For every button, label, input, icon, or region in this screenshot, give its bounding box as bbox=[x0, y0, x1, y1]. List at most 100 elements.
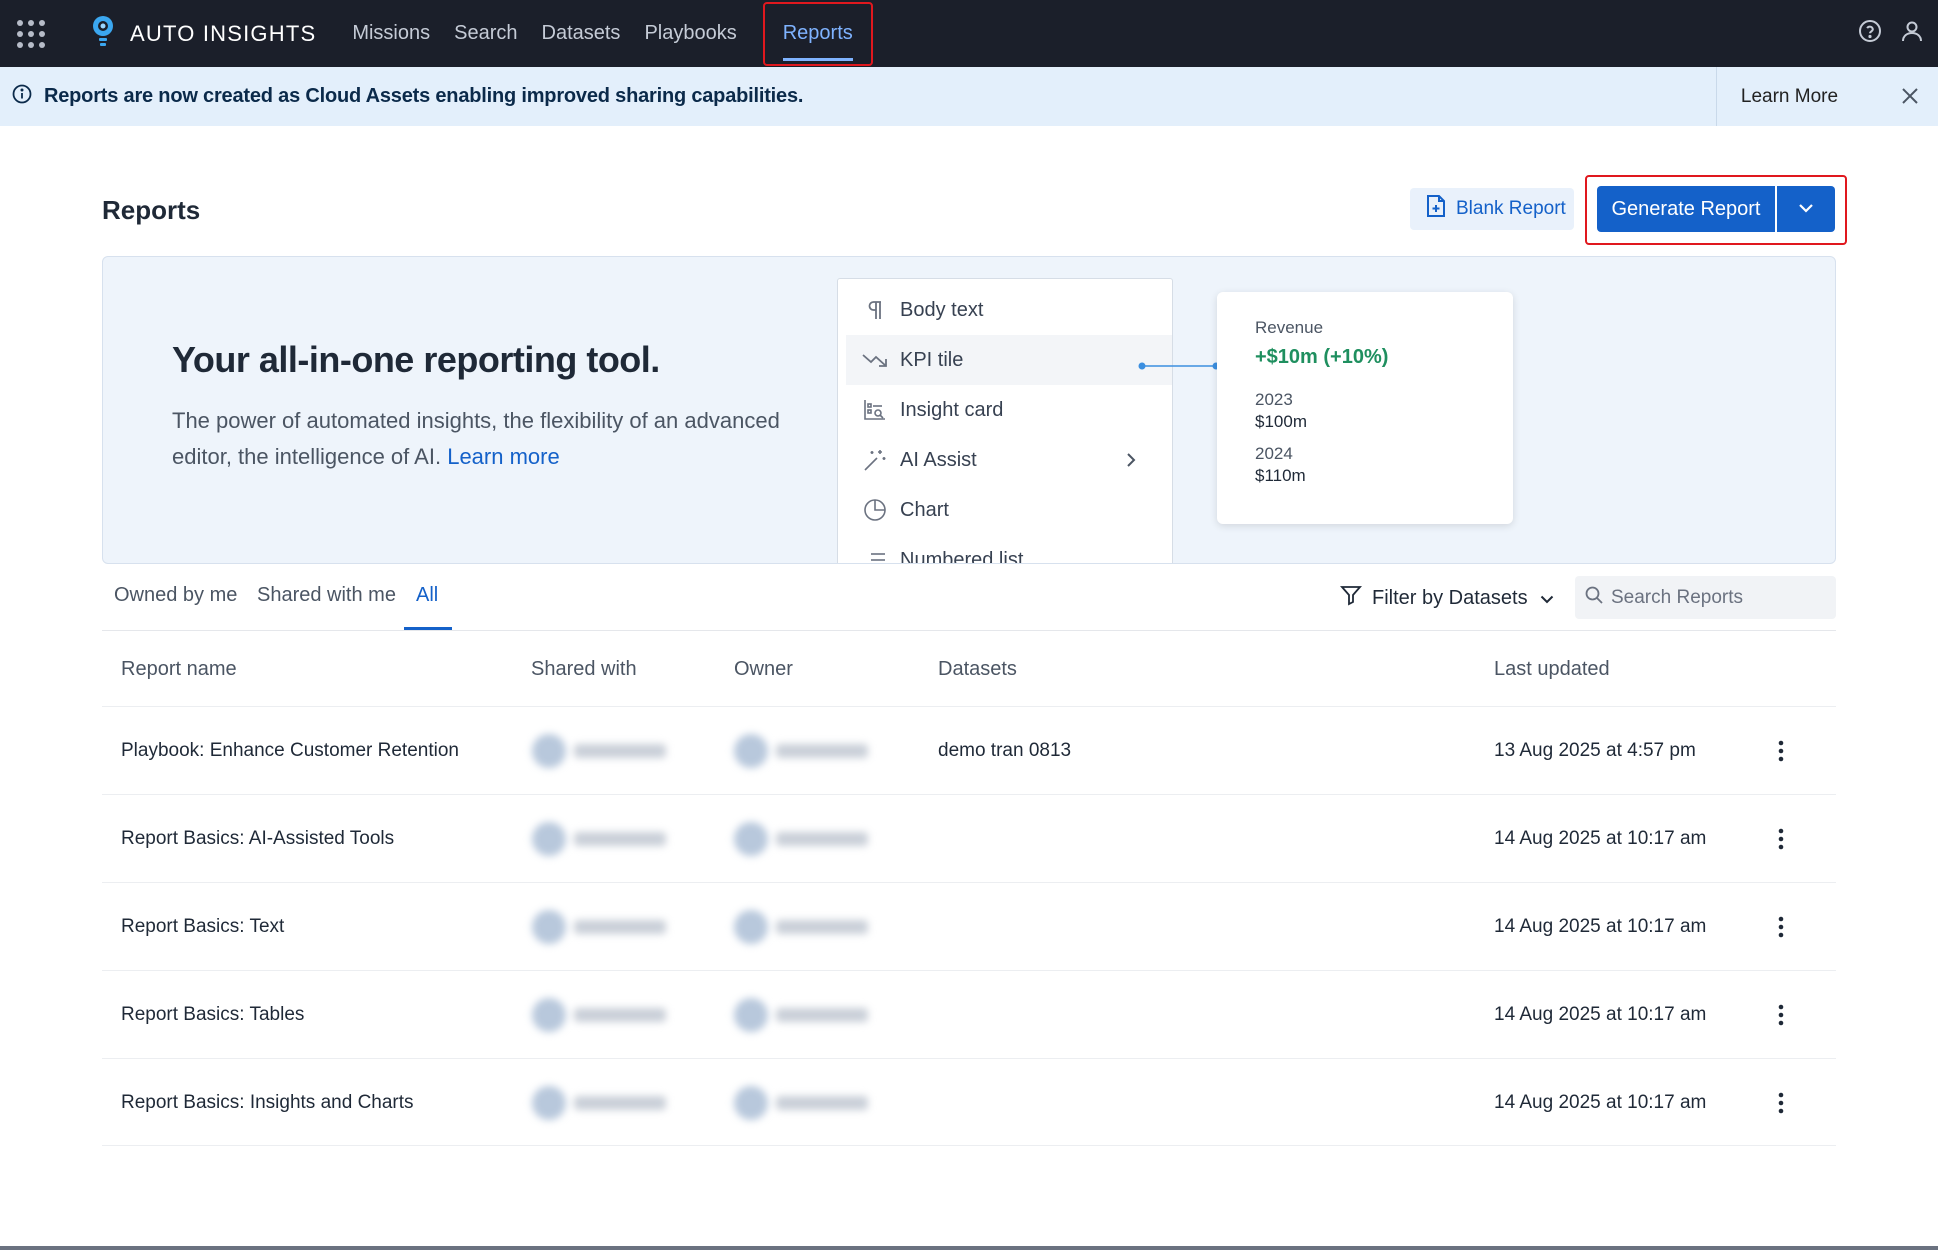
menu-item-numbered-list: Numbered list bbox=[846, 535, 1172, 564]
shared-with-avatar-blurred bbox=[532, 707, 666, 795]
window-bottom-border bbox=[0, 1246, 1938, 1250]
owner-avatar-blurred bbox=[734, 795, 868, 883]
report-last-updated: 14 Aug 2025 at 10:17 am bbox=[1494, 1004, 1707, 1025]
shared-with-avatar-blurred bbox=[532, 795, 666, 883]
chevron-down-icon bbox=[1798, 200, 1814, 218]
kpi-tile-preview: Revenue +$10m (+10%) 2023 $100m 2024 $11… bbox=[1217, 292, 1513, 524]
nav-playbooks[interactable]: Playbooks bbox=[644, 0, 736, 67]
file-plus-icon bbox=[1426, 194, 1446, 224]
close-icon[interactable] bbox=[1900, 86, 1920, 111]
nav-datasets[interactable]: Datasets bbox=[542, 0, 621, 67]
numbered-list-icon bbox=[862, 549, 888, 563]
column-report-name[interactable]: Report name bbox=[121, 658, 237, 681]
filter-by-datasets-dropdown[interactable]: Filter by Datasets bbox=[1340, 584, 1554, 612]
brand[interactable]: AUTO INSIGHTS bbox=[90, 14, 316, 53]
more-options-icon[interactable] bbox=[1778, 1059, 1784, 1147]
kpi-change: +$10m (+10%) bbox=[1255, 346, 1389, 368]
promo-title: Your all-in-one reporting tool. bbox=[172, 339, 660, 380]
table-row[interactable]: Report Basics: Insights and Charts 14 Au… bbox=[102, 1058, 1836, 1146]
lightbulb-logo-icon bbox=[90, 14, 116, 53]
table-row[interactable]: Playbook: Enhance Customer Retention dem… bbox=[102, 706, 1836, 794]
more-options-icon[interactable] bbox=[1778, 795, 1784, 883]
kpi-year-1: 2023 bbox=[1255, 390, 1293, 409]
info-banner: Reports are now created as Cloud Assets … bbox=[0, 67, 1938, 126]
report-name[interactable]: Report Basics: Tables bbox=[121, 971, 304, 1059]
user-profile-icon[interactable] bbox=[1900, 19, 1924, 48]
insight-card-icon bbox=[862, 399, 888, 421]
filter-label: Filter by Datasets bbox=[1372, 586, 1528, 609]
menu-item-insight-card: Insight card bbox=[846, 385, 1172, 435]
pie-chart-icon bbox=[862, 498, 888, 522]
tabs-divider bbox=[102, 630, 1836, 631]
info-icon bbox=[12, 84, 32, 109]
search-reports-input[interactable] bbox=[1611, 586, 1831, 609]
menu-item-chart: Chart bbox=[846, 485, 1172, 535]
chevron-down-icon bbox=[1540, 587, 1554, 610]
nav-reports[interactable]: Reports bbox=[762, 1, 873, 66]
help-icon[interactable] bbox=[1858, 19, 1882, 48]
trend-down-icon bbox=[862, 352, 888, 368]
report-name[interactable]: Report Basics: Insights and Charts bbox=[121, 1059, 414, 1147]
column-owner[interactable]: Owner bbox=[734, 658, 793, 681]
menu-item-body-text: Body text bbox=[846, 285, 1172, 335]
nav-missions[interactable]: Missions bbox=[352, 0, 430, 67]
kpi-label: Revenue bbox=[1255, 318, 1324, 337]
insert-menu-preview: Body text KPI tile Insight card AI Assis… bbox=[837, 278, 1173, 564]
report-last-updated: 14 Aug 2025 at 10:17 am bbox=[1494, 916, 1707, 937]
kpi-year-2: 2024 bbox=[1255, 444, 1293, 463]
learn-more-button[interactable]: Learn More bbox=[1716, 67, 1854, 126]
shared-with-avatar-blurred bbox=[532, 883, 666, 971]
more-options-icon[interactable] bbox=[1778, 883, 1784, 971]
search-icon bbox=[1585, 586, 1603, 609]
blank-report-label: Blank Report bbox=[1456, 198, 1566, 219]
generate-report-dropdown[interactable] bbox=[1777, 186, 1835, 232]
chevron-right-icon bbox=[1126, 451, 1136, 474]
owner-avatar-blurred bbox=[734, 971, 868, 1059]
kpi-value-2: $110m bbox=[1255, 466, 1306, 485]
report-name[interactable]: Report Basics: AI-Assisted Tools bbox=[121, 795, 394, 883]
page-title: Reports bbox=[102, 195, 201, 225]
generate-report-button[interactable]: Generate Report bbox=[1597, 186, 1775, 232]
menu-label: Numbered list bbox=[900, 548, 1024, 564]
search-reports bbox=[1575, 576, 1836, 619]
connector-line bbox=[1138, 362, 1220, 370]
menu-item-ai-assist: AI Assist bbox=[846, 435, 1172, 485]
top-navigation: AUTO INSIGHTS Missions Search Datasets P… bbox=[0, 0, 1938, 67]
promo-description: The power of automated insights, the fle… bbox=[172, 403, 812, 475]
report-last-updated: 14 Aug 2025 at 10:17 am bbox=[1494, 828, 1707, 849]
kpi-value-1: $100m bbox=[1255, 412, 1307, 431]
menu-label: Insight card bbox=[900, 398, 1004, 421]
app-launcher-icon[interactable] bbox=[0, 0, 62, 67]
magic-wand-icon bbox=[862, 448, 888, 472]
tab-owned-by-me[interactable]: Owned by me bbox=[114, 584, 237, 607]
report-name[interactable]: Playbook: Enhance Customer Retention bbox=[121, 707, 459, 795]
filter-icon bbox=[1340, 584, 1362, 612]
owner-avatar-blurred bbox=[734, 883, 868, 971]
tab-all[interactable]: All bbox=[416, 584, 438, 607]
table-row[interactable]: Report Basics: Text 14 Aug 2025 at 10:17… bbox=[102, 882, 1836, 970]
owner-avatar-blurred bbox=[734, 1059, 868, 1147]
shared-with-avatar-blurred bbox=[532, 971, 666, 1059]
banner-message: Reports are now created as Cloud Assets … bbox=[44, 85, 804, 107]
column-last-updated[interactable]: Last updated bbox=[1494, 658, 1610, 681]
nav-search[interactable]: Search bbox=[454, 0, 517, 67]
report-datasets: demo tran 0813 bbox=[938, 740, 1072, 761]
tab-shared-with-me[interactable]: Shared with me bbox=[257, 584, 396, 607]
blank-report-button[interactable]: Blank Report bbox=[1410, 188, 1574, 230]
column-datasets[interactable]: Datasets bbox=[938, 658, 1017, 681]
brand-name: AUTO INSIGHTS bbox=[130, 20, 317, 46]
report-name[interactable]: Report Basics: Text bbox=[121, 883, 284, 971]
more-options-icon[interactable] bbox=[1778, 971, 1784, 1059]
menu-label: Body text bbox=[900, 298, 984, 321]
report-last-updated: 14 Aug 2025 at 10:17 am bbox=[1494, 1092, 1707, 1113]
owner-avatar-blurred bbox=[734, 707, 868, 795]
main-nav: Missions Search Datasets Playbooks Repor… bbox=[352, 0, 896, 67]
more-options-icon[interactable] bbox=[1778, 707, 1784, 795]
column-shared-with[interactable]: Shared with bbox=[531, 658, 637, 681]
promo-learn-more-link[interactable]: Learn more bbox=[447, 444, 560, 469]
table-row[interactable]: Report Basics: AI-Assisted Tools 14 Aug … bbox=[102, 794, 1836, 882]
menu-label: AI Assist bbox=[900, 448, 977, 471]
paragraph-icon bbox=[862, 300, 888, 320]
table-row[interactable]: Report Basics: Tables 14 Aug 2025 at 10:… bbox=[102, 970, 1836, 1058]
menu-label: KPI tile bbox=[900, 348, 964, 371]
